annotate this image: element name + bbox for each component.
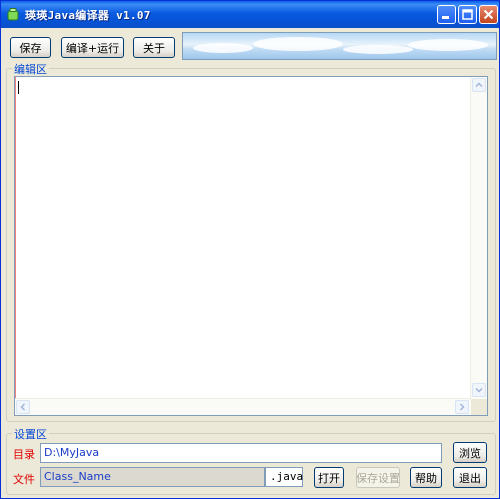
file-name-field[interactable]: Class_Name — [40, 467, 265, 487]
compile-run-button[interactable]: 编译+运行 — [61, 37, 124, 58]
settings-group-label: 设置区 — [12, 426, 49, 442]
open-button[interactable]: 打开 — [314, 467, 344, 488]
window-title: 瑛瑛Java编译器 v1.07 — [25, 9, 151, 22]
scroll-up-button[interactable] — [472, 78, 486, 92]
directory-label: 目录 — [13, 448, 35, 461]
close-icon — [483, 9, 494, 20]
title-bar[interactable]: 瑛瑛Java编译器 v1.07 — [1, 1, 499, 28]
about-button[interactable]: 关于 — [133, 37, 175, 58]
chevron-up-icon — [475, 82, 483, 87]
save-settings-button[interactable]: 保存设置 — [356, 467, 400, 488]
editor-group-label: 编辑区 — [12, 61, 49, 77]
save-button[interactable]: 保存 — [10, 37, 51, 58]
help-button[interactable]: 帮助 — [410, 467, 442, 488]
maximize-icon — [462, 9, 473, 20]
vertical-scrollbar[interactable] — [470, 77, 487, 399]
horizontal-scrollbar[interactable] — [15, 398, 471, 415]
app-window: 瑛瑛Java编译器 v1.07 保存 编译+运行 关于 编辑区 设置区 目录 D… — [0, 0, 500, 499]
chevron-right-icon — [460, 403, 465, 411]
app-icon — [7, 8, 19, 21]
scroll-right-button[interactable] — [455, 400, 469, 414]
text-caret — [18, 81, 19, 94]
minimize-button[interactable] — [437, 5, 456, 24]
chevron-left-icon — [20, 403, 25, 411]
file-label: 文件 — [13, 473, 35, 486]
scroll-left-button[interactable] — [16, 400, 30, 414]
maximize-button[interactable] — [458, 5, 477, 24]
chevron-down-icon — [475, 388, 483, 393]
minimize-icon — [442, 16, 449, 19]
exit-button[interactable]: 退出 — [453, 467, 487, 488]
editor-margin-line — [15, 77, 16, 415]
close-button[interactable] — [479, 5, 498, 24]
sky-banner-image — [182, 32, 497, 60]
directory-field[interactable]: D:\MyJava — [40, 443, 442, 463]
scrollbar-corner — [471, 399, 487, 415]
code-editor[interactable] — [14, 76, 488, 416]
browse-button[interactable]: 浏览 — [453, 442, 487, 463]
scroll-down-button[interactable] — [472, 383, 486, 397]
file-extension-label: .java — [265, 467, 303, 487]
